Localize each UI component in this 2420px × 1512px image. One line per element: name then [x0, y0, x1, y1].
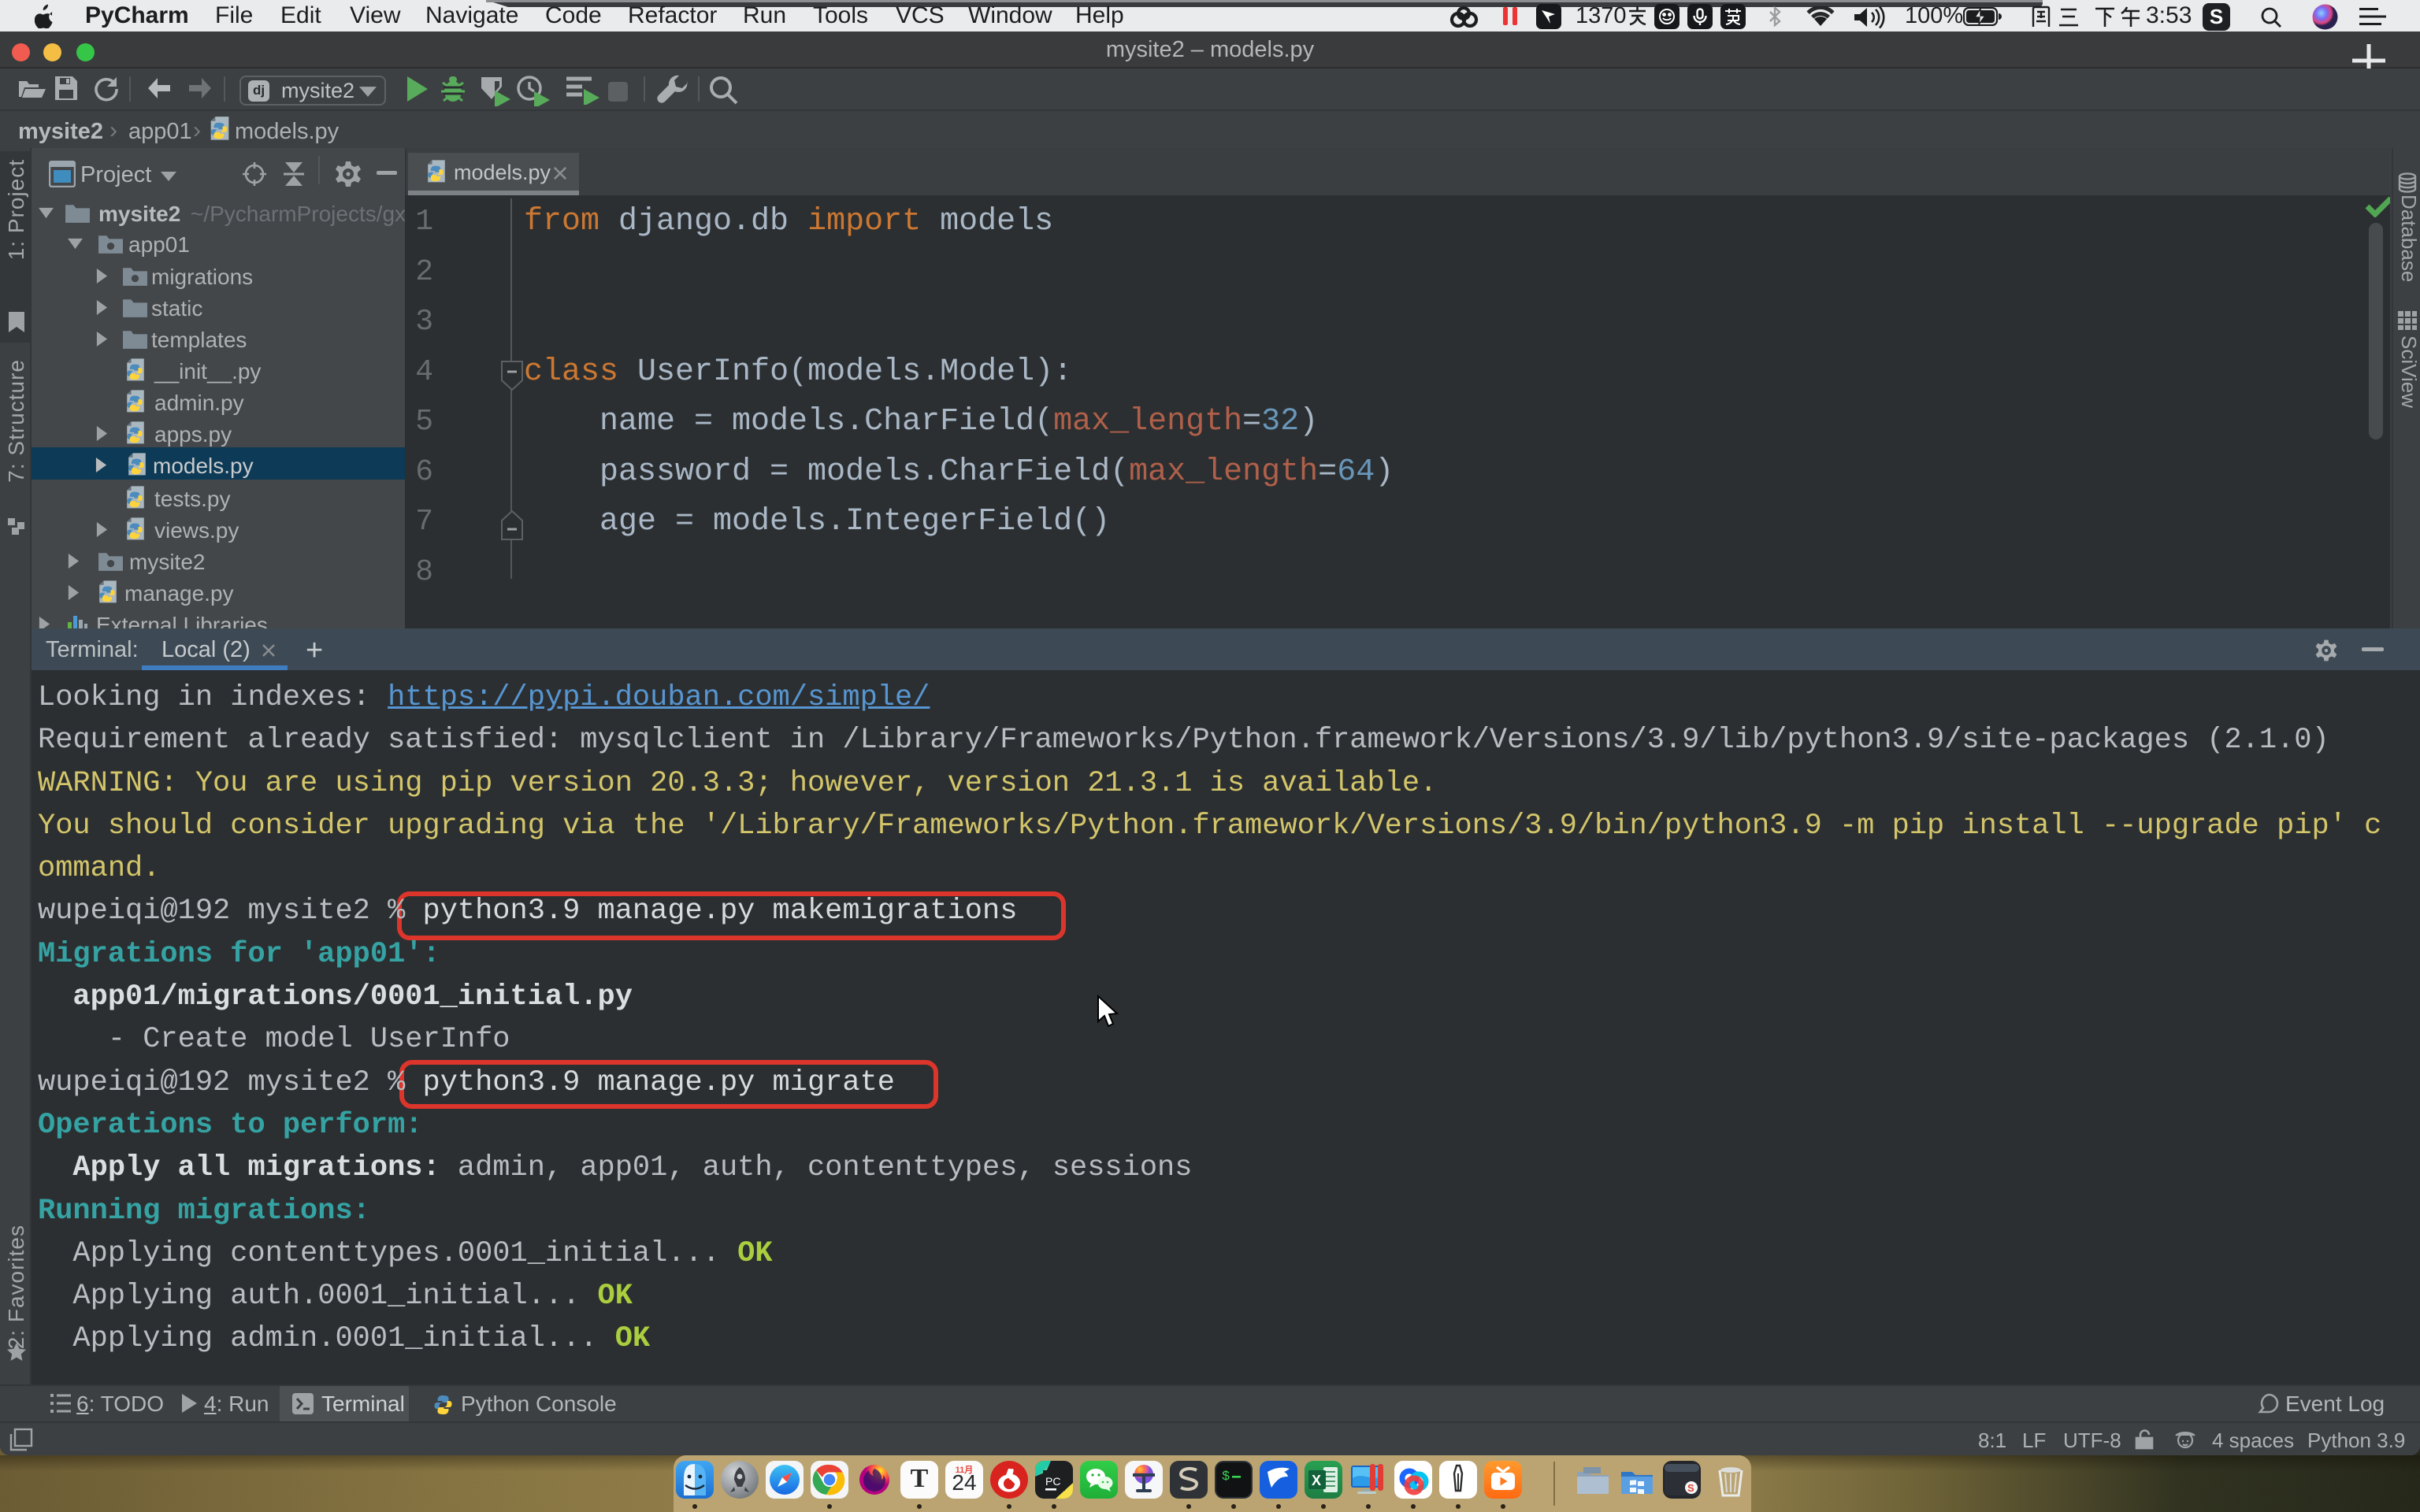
svg-text:$: $	[1222, 1469, 1230, 1484]
svg-text:X: X	[1312, 1473, 1321, 1488]
svg-text:PC: PC	[1045, 1475, 1060, 1488]
svg-text:S: S	[1687, 1482, 1694, 1494]
